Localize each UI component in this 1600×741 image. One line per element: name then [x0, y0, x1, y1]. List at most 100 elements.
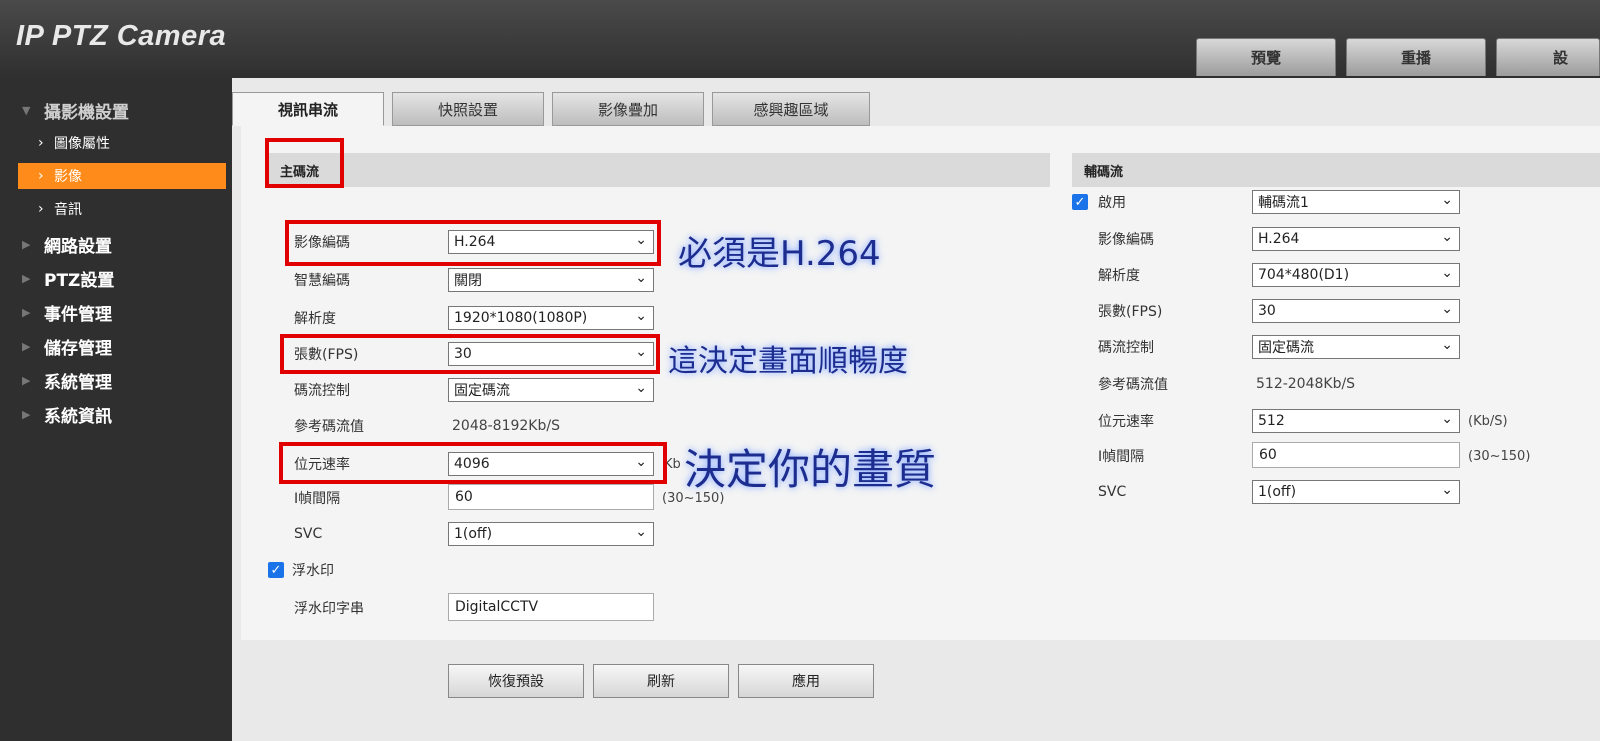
main-smart-value: 關閉 — [454, 273, 482, 289]
sidebar-item-system-info[interactable]: ▶ 系統資訊 — [0, 398, 232, 430]
watermark-string-label: 浮水印字串 — [294, 601, 364, 617]
chevron-down-icon: ⌄ — [1441, 337, 1453, 353]
sub-enable-label: 啟用 — [1098, 195, 1126, 211]
refresh-button[interactable]: 刷新 — [593, 664, 729, 698]
highlight-box-bitrate — [279, 442, 667, 484]
sub-resolution-value: 704*480(D1) — [1258, 267, 1350, 283]
main-iframe-label: I幀間隔 — [294, 491, 341, 507]
tab-playback[interactable]: 重播 — [1346, 38, 1486, 76]
chevron-down-icon: ⌄ — [1441, 411, 1453, 427]
sub-iframe-input[interactable]: 60 — [1252, 442, 1460, 468]
annotation-encode: 必須是H.264 — [678, 234, 881, 274]
sidebar-item-label: 系統資訊 — [44, 406, 112, 427]
sub-fps-select[interactable]: 30 ⌄ — [1252, 299, 1460, 323]
sidebar-item-label: 網路設置 — [44, 236, 112, 257]
main-bitrate-ctrl-label: 碼流控制 — [294, 383, 350, 399]
sub-bitrate-ctrl-value: 固定碼流 — [1258, 340, 1314, 356]
chevron-down-icon: ⌄ — [1441, 265, 1453, 281]
sub-fps-value: 30 — [1258, 303, 1276, 319]
chevron-down-icon: ⌄ — [1441, 301, 1453, 317]
sidebar-item-label: 攝影機設置 — [44, 102, 129, 123]
sub-ref-bitrate-value: 512-2048Kb/S — [1256, 376, 1356, 392]
watermark-checkbox[interactable]: ✓ — [268, 562, 284, 578]
highlight-box-fps — [280, 334, 660, 374]
main-iframe-input[interactable]: 60 — [448, 484, 654, 510]
sidebar-item-label: 事件管理 — [44, 304, 112, 325]
main-stream-heading: 主碼流 — [268, 153, 1050, 187]
main-svc-label: SVC — [294, 526, 323, 542]
sub-iframe-label: I幀間隔 — [1098, 449, 1145, 465]
highlight-box-main-stream — [265, 138, 344, 188]
sub-stream-heading: 輔碼流 — [1072, 153, 1600, 187]
tab-settings[interactable]: 設 — [1496, 38, 1600, 76]
sub-resolution-label: 解析度 — [1098, 268, 1140, 284]
triangle-right-icon: ▶ — [22, 339, 31, 353]
main-smart-label: 智慧編碼 — [294, 273, 350, 289]
chevron-down-icon: ⌄ — [1441, 192, 1453, 208]
footer-divider — [241, 640, 1600, 650]
main-ref-bitrate-label: 參考碼流值 — [294, 419, 364, 435]
main-svc-value: 1(off) — [454, 526, 493, 542]
sidebar-item-system[interactable]: ▶ 系統管理 — [0, 364, 232, 396]
sidebar-subitem-audio[interactable]: › 音訊 — [18, 196, 226, 222]
sub-bitrate-ctrl-select[interactable]: 固定碼流 ⌄ — [1252, 335, 1460, 359]
sidebar-item-label: PTZ設置 — [44, 270, 115, 291]
sidebar-item-label: 系統管理 — [44, 372, 112, 393]
chevron-down-icon: ⌄ — [1441, 229, 1453, 245]
top-bar: IP PTZ Camera 預覽 重播 設 — [0, 0, 1600, 78]
sidebar-item-network[interactable]: ▶ 網路設置 — [0, 228, 232, 260]
tab-preview[interactable]: 預覽 — [1196, 38, 1336, 76]
reset-default-button[interactable]: 恢復預設 — [448, 664, 584, 698]
sidebar-subitem-video[interactable]: › 影像 — [18, 163, 226, 189]
sub-encode-select[interactable]: H.264 ⌄ — [1252, 227, 1460, 251]
triangle-down-icon: ▼ — [22, 103, 31, 117]
sub-bitrate-select[interactable]: 512 ⌄ — [1252, 409, 1460, 433]
sidebar-item-storage[interactable]: ▶ 儲存管理 — [0, 330, 232, 362]
triangle-right-icon: ▶ — [22, 305, 31, 319]
main-smart-select[interactable]: 關閉 ⌄ — [448, 268, 654, 292]
subtab-roi[interactable]: 感興趣區域 — [712, 92, 870, 126]
highlight-box-encode — [285, 220, 661, 266]
sub-fps-label: 張數(FPS) — [1098, 304, 1163, 320]
sub-enable-checkbox[interactable]: ✓ — [1072, 194, 1088, 210]
watermark-string-input[interactable]: DigitalCCTV — [448, 593, 654, 621]
app-title: IP PTZ Camera — [16, 20, 227, 52]
triangle-right-icon: ▶ — [22, 407, 31, 421]
main-svc-select[interactable]: 1(off) ⌄ — [448, 522, 654, 546]
main-resolution-value: 1920*1080(1080P) — [454, 310, 588, 326]
sidebar-item-ptz[interactable]: ▶ PTZ設置 — [0, 262, 232, 294]
sidebar-item-label: 儲存管理 — [44, 338, 112, 359]
chevron-down-icon: ⌄ — [635, 524, 647, 540]
sidebar-subitem-image-props[interactable]: › 圖像屬性 — [18, 130, 226, 156]
chevron-right-icon: › — [38, 168, 44, 184]
main-bitrate-ctrl-value: 固定碼流 — [454, 383, 510, 399]
sub-bitrate-label: 位元速率 — [1098, 414, 1154, 430]
watermark-label: 浮水印 — [292, 563, 334, 579]
main-bitrate-ctrl-select[interactable]: 固定碼流 ⌄ — [448, 378, 654, 402]
triangle-right-icon: ▶ — [22, 237, 31, 251]
sub-stream-select[interactable]: 輔碼流1 ⌄ — [1252, 190, 1460, 214]
sub-bitrate-value: 512 — [1258, 413, 1285, 429]
chevron-down-icon: ⌄ — [1441, 482, 1453, 498]
subtab-snapshot[interactable]: 快照設置 — [392, 92, 544, 126]
sidebar-subitem-label: 影像 — [54, 169, 82, 185]
sidebar-subitem-label: 圖像屬性 — [54, 136, 110, 152]
triangle-right-icon: ▶ — [22, 271, 31, 285]
sidebar-item-events[interactable]: ▶ 事件管理 — [0, 296, 232, 328]
subtab-overlay[interactable]: 影像疊加 — [552, 92, 704, 126]
sub-encode-value: H.264 — [1258, 231, 1300, 247]
main-resolution-select[interactable]: 1920*1080(1080P) ⌄ — [448, 306, 654, 330]
sub-ref-bitrate-label: 參考碼流值 — [1098, 377, 1168, 393]
triangle-right-icon: ▶ — [22, 373, 31, 387]
subtab-video-stream[interactable]: 視訊串流 — [232, 92, 384, 126]
apply-button[interactable]: 應用 — [738, 664, 874, 698]
sub-svc-select[interactable]: 1(off) ⌄ — [1252, 480, 1460, 504]
main-resolution-label: 解析度 — [294, 311, 336, 327]
annotation-bitrate: 決定你的畫質 — [684, 445, 937, 494]
chevron-down-icon: ⌄ — [635, 380, 647, 396]
sub-bitrate-unit: (Kb/S) — [1468, 413, 1508, 429]
sidebar-item-camera-settings[interactable]: ▼ 攝影機設置 — [0, 94, 232, 126]
sub-encode-label: 影像編碼 — [1098, 232, 1154, 248]
annotation-fps: 這決定畫面順暢度 — [668, 344, 908, 379]
sub-resolution-select[interactable]: 704*480(D1) ⌄ — [1252, 263, 1460, 287]
